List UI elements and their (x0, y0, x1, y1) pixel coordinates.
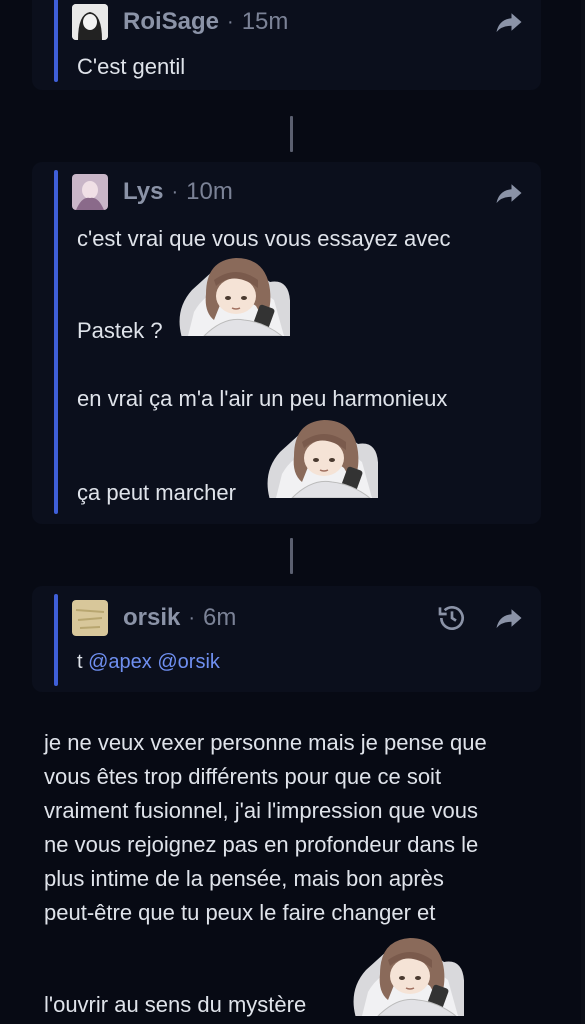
mention-apex[interactable]: @apex (88, 651, 152, 673)
separator-dot: · (227, 10, 234, 33)
author-name[interactable]: RoiSage (123, 8, 219, 36)
anime-girl-in-bed-sticker (352, 937, 464, 1016)
quote-bar (54, 0, 58, 82)
reply-message-line: c'est vrai que vous vous essayez avec (77, 226, 451, 251)
share-arrow-icon[interactable] (494, 178, 524, 208)
quote-bar (54, 594, 58, 686)
mention-orsik[interactable]: @orsik (157, 651, 220, 673)
share-arrow-icon[interactable] (494, 603, 524, 633)
post-line: vraiment fusionnel, j'ai l'impression qu… (44, 798, 478, 823)
reply-message: C'est gentil (77, 54, 186, 79)
post-line: peut-être que tu peux le faire changer e… (44, 900, 436, 925)
post-line: vous êtes trop différents pour que ce so… (44, 764, 442, 789)
post-line: l'ouvrir au sens du mystère (44, 992, 307, 1017)
scrollbar[interactable] (581, 0, 585, 1024)
anime-girl-in-bed-sticker (178, 257, 290, 336)
avatar[interactable] (72, 4, 108, 40)
quote-bar (54, 170, 58, 514)
separator-dot: · (171, 180, 179, 203)
reply-header: orsik · 6m (72, 600, 236, 636)
reply-card-orsik: orsik · 6m t @apex @orsik (32, 586, 541, 692)
reply-message-line: en vrai ça m'a l'air un peu harmonieux (77, 386, 448, 411)
reply-card-lys: Lys · 10m c'est vrai que vous vous essay… (32, 162, 541, 524)
reply-header: RoiSage · 15m (72, 4, 288, 40)
avatar[interactable] (72, 174, 108, 210)
post-line: je ne veux vexer personne mais je pense … (44, 730, 487, 755)
author-name[interactable]: Lys (123, 178, 163, 206)
thread-separator (290, 116, 293, 152)
avatar[interactable] (72, 600, 108, 636)
reply-card-roisage: RoiSage · 15m C'est gentil (32, 0, 541, 90)
thread-separator (290, 538, 293, 574)
timestamp: 15m (241, 8, 289, 35)
separator-dot: · (188, 606, 196, 629)
reply-message: t @apex @orsik (77, 651, 220, 674)
timestamp: 6m (203, 604, 237, 631)
post-line: plus intime de la pensée, mais bon après (44, 866, 444, 891)
reply-prefix: t (77, 651, 83, 673)
reply-header: Lys · 10m (72, 174, 233, 210)
history-icon[interactable] (436, 602, 468, 634)
reply-message-line: ça peut marcher (77, 480, 236, 505)
timestamp: 10m (186, 178, 233, 205)
share-arrow-icon[interactable] (494, 7, 524, 37)
post-line: ne vous rejoignez pas en profondeur dans… (44, 832, 479, 857)
reply-message-line: Pastek ? (77, 318, 163, 343)
author-name[interactable]: orsik (123, 604, 180, 632)
anime-girl-in-bed-sticker (266, 419, 378, 498)
